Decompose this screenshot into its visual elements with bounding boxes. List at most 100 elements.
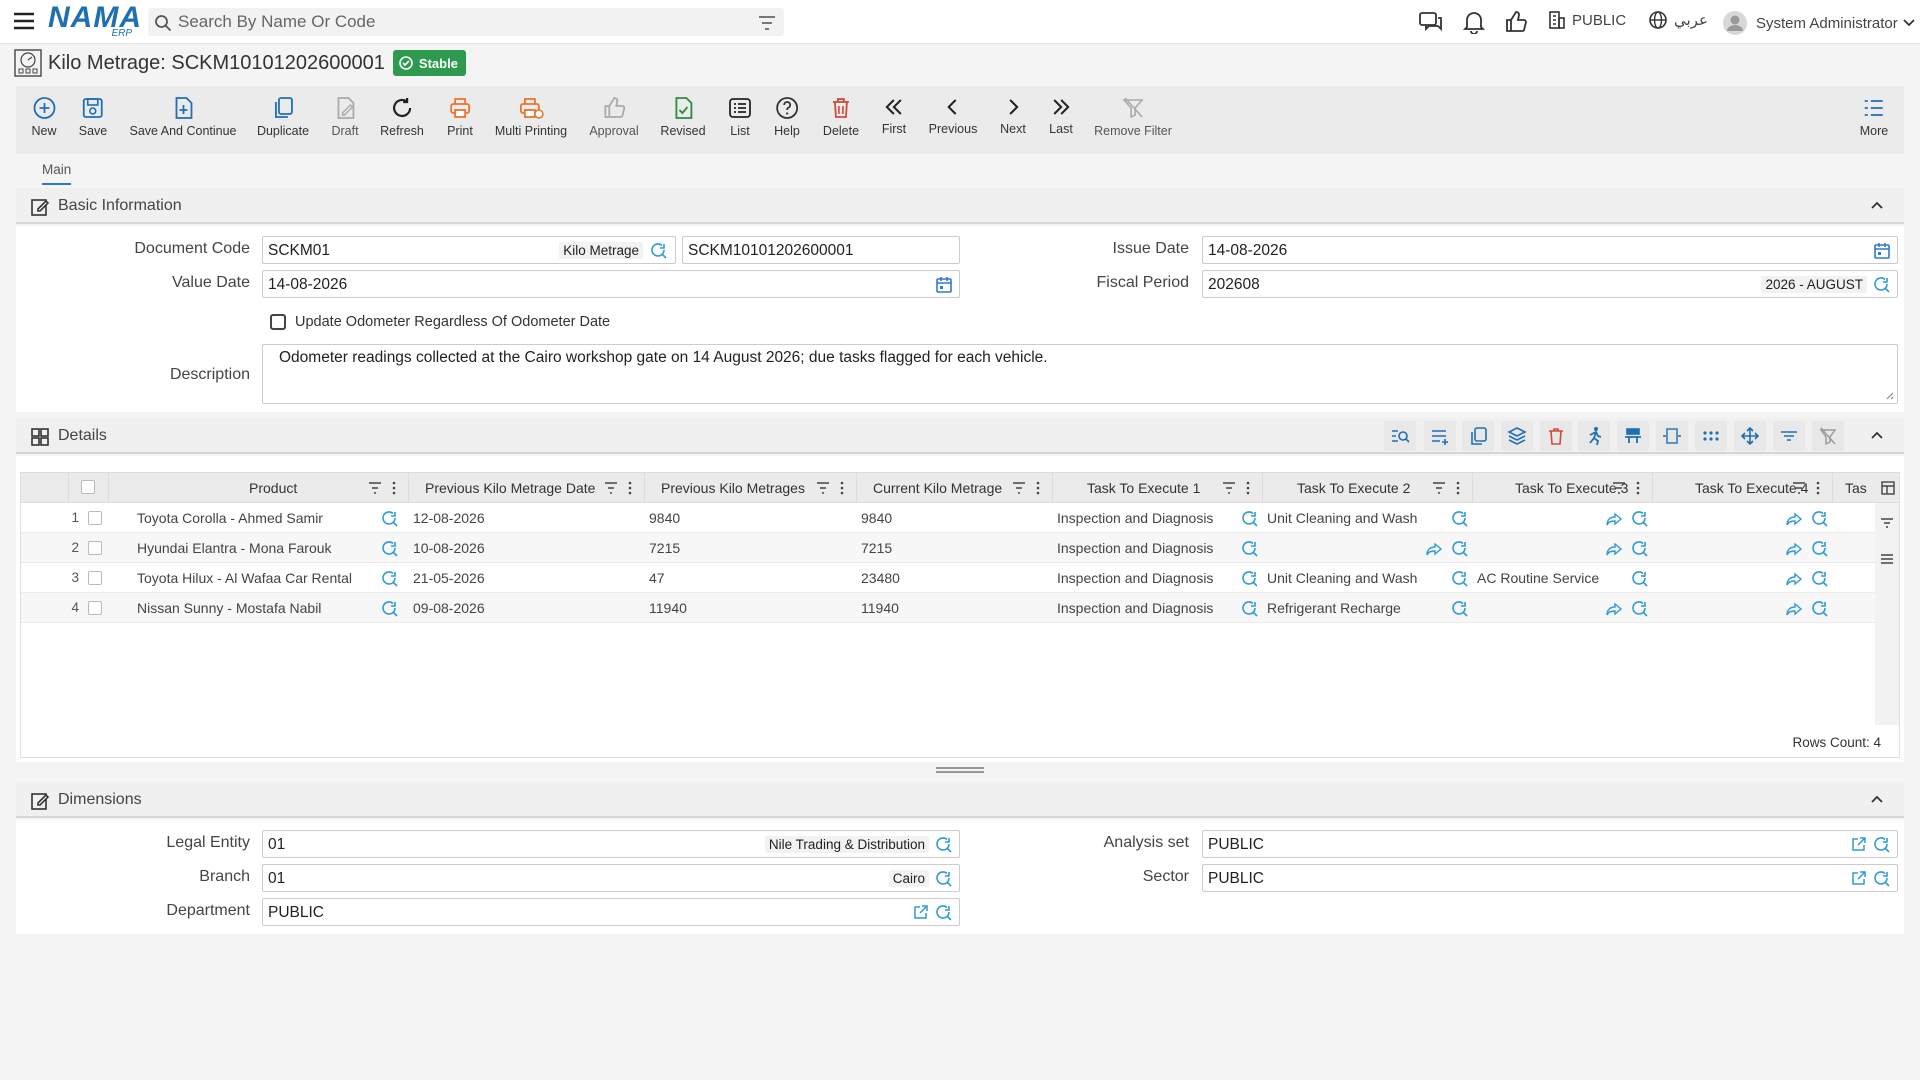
draft-button[interactable]: Draft (331, 96, 359, 138)
bell-icon[interactable] (1463, 10, 1485, 34)
chevron-up-icon[interactable] (1870, 430, 1884, 440)
list-button[interactable]: List (728, 96, 752, 138)
lookup-icon[interactable] (1631, 540, 1649, 558)
column-menu-icons[interactable] (1222, 481, 1254, 495)
filter-rows-button[interactable] (1773, 421, 1805, 451)
external-link-icon[interactable] (913, 904, 929, 920)
split-button[interactable] (1617, 421, 1649, 451)
document-number-field[interactable]: SCKM10101202600001 (682, 236, 960, 264)
select-all-checkbox[interactable] (81, 480, 95, 494)
lookup-icon[interactable] (650, 242, 668, 260)
lookup-icon[interactable] (1241, 510, 1259, 528)
column-menu-icons[interactable] (1012, 481, 1044, 495)
section-resize-handle[interactable] (936, 767, 984, 773)
share-icon[interactable] (1605, 600, 1623, 618)
save-and-continue-button[interactable]: Save And Continue (129, 96, 237, 138)
external-link-icon[interactable] (1851, 870, 1867, 886)
lookup-icon[interactable] (1811, 510, 1829, 528)
lookup-icon[interactable] (381, 510, 399, 528)
column-header-task-4[interactable]: Task To Execute 4 (1653, 473, 1833, 503)
lookup-icon[interactable] (1451, 540, 1469, 558)
document-code-field[interactable]: SCKM01 Kilo Metrage (262, 236, 676, 264)
grid-search-button[interactable] (1384, 421, 1416, 451)
language-selector[interactable]: عربي (1648, 10, 1708, 30)
help-button[interactable]: Help (774, 96, 800, 138)
lookup-icon[interactable] (1873, 870, 1891, 888)
share-icon[interactable] (1785, 510, 1803, 528)
share-icon[interactable] (1605, 510, 1623, 528)
row-checkbox[interactable] (88, 541, 102, 555)
like-icon[interactable] (1504, 10, 1528, 34)
delete-row-button[interactable] (1540, 421, 1572, 451)
previous-button[interactable]: Previous (929, 96, 977, 136)
lookup-icon[interactable] (1811, 570, 1829, 588)
share-icon[interactable] (1785, 570, 1803, 588)
organization-selector[interactable]: PUBLIC (1548, 10, 1626, 30)
column-header-task-1[interactable]: Task To Execute 1 (1053, 473, 1263, 503)
lookup-icon[interactable] (1631, 510, 1649, 528)
column-menu-icons[interactable] (1432, 481, 1464, 495)
layers-button[interactable] (1501, 421, 1533, 451)
menu-lines-icon[interactable] (1880, 553, 1894, 565)
chevron-up-icon[interactable] (1870, 200, 1884, 210)
first-button[interactable]: First (882, 96, 906, 136)
filter-lines-icon[interactable] (1880, 517, 1894, 529)
column-menu-icons[interactable] (816, 481, 848, 495)
row-checkbox[interactable] (88, 571, 102, 585)
sector-field[interactable]: PUBLIC (1202, 864, 1898, 892)
update-odometer-checkbox[interactable] (270, 314, 286, 330)
table-row[interactable]: 1 Toyota Corolla - Ahmed Samir 12-08-202… (21, 503, 1879, 533)
lookup-icon[interactable] (381, 540, 399, 558)
new-button[interactable]: New (31, 96, 57, 138)
next-button[interactable]: Next (1000, 96, 1026, 136)
column-header-task-5[interactable]: Tas (1833, 473, 1899, 503)
department-field[interactable]: PUBLIC (262, 898, 960, 926)
chevron-up-icon[interactable] (1870, 794, 1884, 804)
share-icon[interactable] (1785, 600, 1803, 618)
lookup-icon[interactable] (1631, 600, 1649, 618)
column-menu-icons[interactable] (1792, 481, 1824, 495)
search-filter-icon[interactable] (758, 15, 776, 31)
legal-entity-field[interactable]: 01 Nile Trading & Distribution (262, 830, 960, 858)
column-header-previous-km[interactable]: Previous Kilo Metrages (645, 473, 857, 503)
table-row[interactable]: 4 Nissan Sunny - Mostafa Nabil 09-08-202… (21, 593, 1879, 623)
column-header-current-km[interactable]: Current Kilo Metrage (857, 473, 1053, 503)
column-header-task-3[interactable]: Task To Execute 3 (1473, 473, 1653, 503)
lookup-icon[interactable] (1451, 600, 1469, 618)
lookup-icon[interactable] (1811, 540, 1829, 558)
basic-information-header[interactable]: Basic Information (16, 188, 1904, 224)
resize-grip-icon[interactable] (1884, 390, 1894, 400)
delete-button[interactable]: Delete (823, 96, 859, 138)
table-row[interactable]: 2 Hyundai Elantra - Mona Farouk 10-08-20… (21, 533, 1879, 563)
remove-filter-button[interactable]: Remove Filter (1094, 96, 1172, 138)
share-icon[interactable] (1425, 540, 1443, 558)
add-row-button[interactable] (1424, 421, 1456, 451)
duplicate-button[interactable]: Duplicate (257, 96, 309, 138)
lookup-icon[interactable] (381, 600, 399, 618)
run-button[interactable] (1578, 421, 1610, 451)
column-header-task-2[interactable]: Task To Execute 2 (1263, 473, 1473, 503)
share-icon[interactable] (1785, 540, 1803, 558)
move-button[interactable] (1734, 421, 1766, 451)
refresh-button[interactable]: Refresh (380, 96, 424, 138)
dimensions-header[interactable]: Dimensions (16, 782, 1904, 818)
row-checkbox[interactable] (88, 511, 102, 525)
lookup-icon[interactable] (935, 870, 953, 888)
column-menu-icons[interactable] (604, 481, 636, 495)
lookup-icon[interactable] (1241, 570, 1259, 588)
analysis-set-field[interactable]: PUBLIC (1202, 830, 1898, 858)
calendar-icon[interactable] (1873, 242, 1891, 260)
lookup-icon[interactable] (1451, 570, 1469, 588)
multi-printing-button[interactable]: Multi Printing (495, 96, 567, 138)
table-row[interactable]: 3 Toyota Hilux - Al Wafaa Car Rental 21-… (21, 563, 1879, 593)
column-chooser-icon[interactable] (1881, 481, 1895, 495)
lookup-icon[interactable] (935, 836, 953, 854)
print-button[interactable]: Print (447, 96, 473, 138)
dots-grid-button[interactable] (1695, 421, 1727, 451)
column-menu-icons[interactable] (368, 481, 400, 495)
lookup-icon[interactable] (1873, 836, 1891, 854)
copy-row-button[interactable] (1462, 421, 1494, 451)
menu-icon[interactable] (12, 10, 36, 32)
fit-columns-button[interactable] (1656, 421, 1688, 451)
share-icon[interactable] (1605, 540, 1623, 558)
